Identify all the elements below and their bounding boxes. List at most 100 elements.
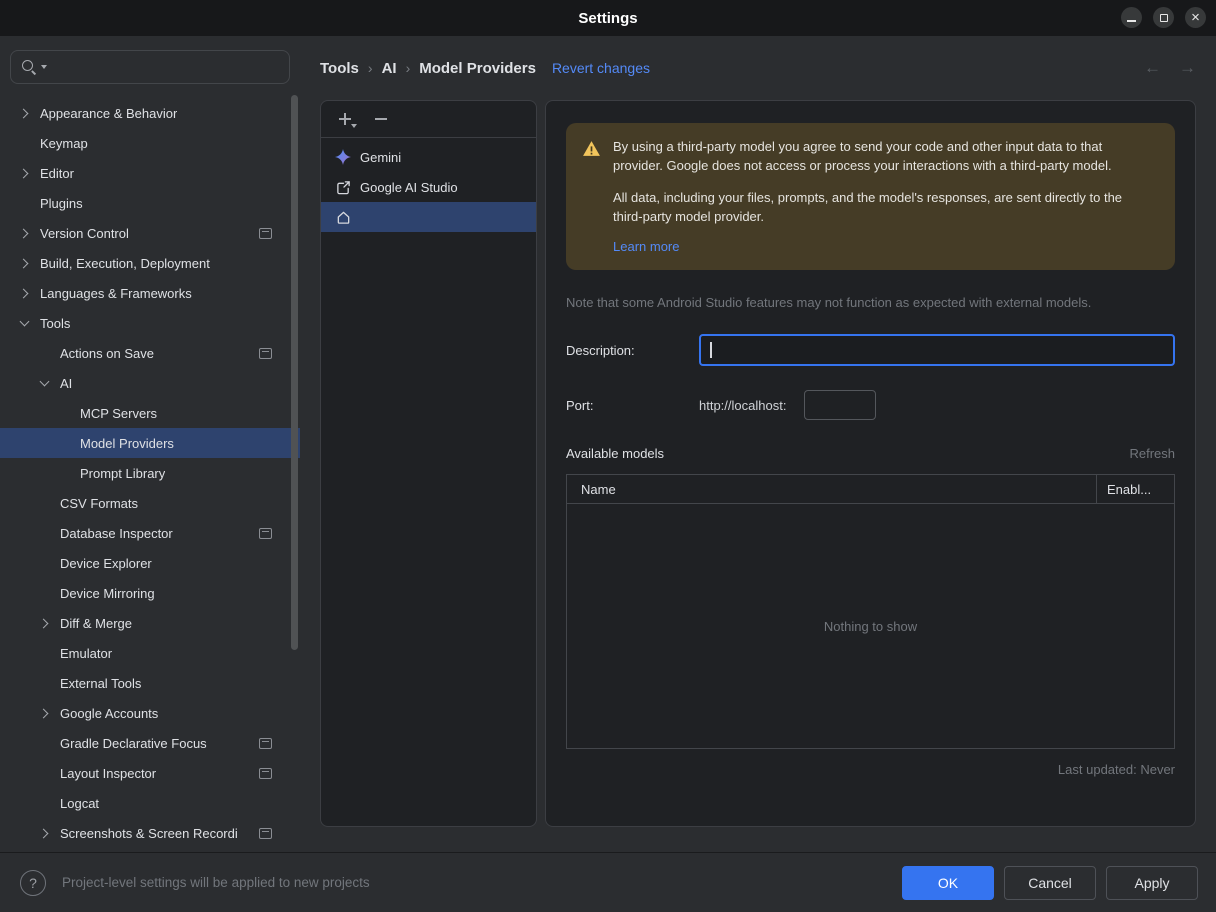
learn-more-link[interactable]: Learn more xyxy=(613,239,679,254)
sidebar-item-plugins[interactable]: Plugins xyxy=(0,188,300,218)
sidebar-item-label: Actions on Save xyxy=(60,345,154,361)
chevron-right-icon xyxy=(18,258,28,268)
settings-badge-icon xyxy=(259,527,272,539)
forward-button[interactable]: → xyxy=(1179,58,1196,78)
sidebar-item-label: Appearance & Behavior xyxy=(40,105,178,121)
dialog-body: Appearance & Behavior Keymap Editor Plug… xyxy=(0,36,1216,852)
sidebar-item-gradle-declarative-focus[interactable]: Gradle Declarative Focus xyxy=(0,728,300,758)
breadcrumb-ai[interactable]: AI xyxy=(382,60,397,77)
provider-item-new[interactable] xyxy=(321,202,536,232)
warning-icon xyxy=(582,140,601,254)
settings-badge-icon xyxy=(259,227,272,239)
chevron-right-icon xyxy=(18,288,28,298)
dialog-footer: ? Project-level settings will be applied… xyxy=(0,852,1216,912)
localhost-prefix: http://localhost: xyxy=(699,397,787,413)
port-row: Port: http://localhost: xyxy=(566,390,1175,421)
providers-panel: Gemini Google AI Studio xyxy=(320,100,537,827)
sidebar-item-label: Logcat xyxy=(60,795,100,811)
sidebar-item-csv-formats[interactable]: CSV Formats xyxy=(0,488,300,518)
sidebar-item-label: Screenshots & Screen Recordi xyxy=(60,825,238,841)
column-header-enabled[interactable]: Enabl... xyxy=(1096,475,1174,504)
provider-item-gemini[interactable]: Gemini xyxy=(321,142,536,172)
description-label: Description: xyxy=(566,342,635,358)
available-models-row: Available models Refresh xyxy=(566,446,1175,461)
search-box[interactable] xyxy=(10,50,290,84)
sidebar-item-layout-inspector[interactable]: Layout Inspector xyxy=(0,758,300,788)
sidebar-item-ai[interactable]: AI xyxy=(0,368,300,398)
provider-item-label: Google AI Studio xyxy=(360,179,458,195)
settings-badge-icon xyxy=(259,347,272,359)
sidebar-item-device-mirroring[interactable]: Device Mirroring xyxy=(0,578,300,608)
search-input[interactable] xyxy=(47,59,289,75)
cancel-button[interactable]: Cancel xyxy=(1004,865,1096,900)
sidebar-item-label: Database Inspector xyxy=(60,525,173,541)
models-table: Name Enabl... Nothing to show xyxy=(566,474,1175,750)
sidebar-item-device-explorer[interactable]: Device Explorer xyxy=(0,548,300,578)
sidebar-item-emulator[interactable]: Emulator xyxy=(0,638,300,668)
sidebar-item-external-tools[interactable]: External Tools xyxy=(0,668,300,698)
sidebar-item-label: Layout Inspector xyxy=(60,765,157,781)
minimize-button[interactable] xyxy=(1121,7,1142,28)
window-controls: × xyxy=(1121,7,1206,28)
provider-item-google-ai-studio[interactable]: Google AI Studio xyxy=(321,172,536,202)
sidebar-item-logcat[interactable]: Logcat xyxy=(0,788,300,818)
google-ai-studio-icon xyxy=(335,179,351,195)
column-header-name[interactable]: Name xyxy=(567,482,1096,497)
settings-sidebar: Appearance & Behavior Keymap Editor Plug… xyxy=(0,36,300,852)
sidebar-item-google-accounts[interactable]: Google Accounts xyxy=(0,698,300,728)
description-input[interactable] xyxy=(699,334,1175,367)
available-models-label: Available models xyxy=(566,446,665,462)
refresh-link[interactable]: Refresh xyxy=(1129,446,1175,461)
apply-button[interactable]: Apply xyxy=(1106,865,1198,900)
providers-toolbar xyxy=(321,101,536,138)
sidebar-item-label: Device Explorer xyxy=(60,555,152,571)
sidebar-item-mcp-servers[interactable]: MCP Servers xyxy=(0,398,300,428)
sidebar-item-label: Device Mirroring xyxy=(60,585,155,601)
sidebar-item-build-execution-deployment[interactable]: Build, Execution, Deployment xyxy=(0,248,300,278)
breadcrumb-tools[interactable]: Tools xyxy=(320,60,359,77)
sidebar-item-label: External Tools xyxy=(60,675,142,691)
sidebar-item-label: Gradle Declarative Focus xyxy=(60,735,207,751)
sidebar-item-actions-on-save[interactable]: Actions on Save xyxy=(0,338,300,368)
close-button[interactable]: × xyxy=(1185,7,1206,28)
sidebar-item-database-inspector[interactable]: Database Inspector xyxy=(0,518,300,548)
chevron-right-icon xyxy=(18,168,28,178)
sidebar-item-label: CSV Formats xyxy=(60,495,139,511)
add-provider-button[interactable] xyxy=(337,111,357,128)
settings-badge-icon xyxy=(259,737,272,749)
maximize-button[interactable] xyxy=(1153,7,1174,28)
sidebar-item-model-providers[interactable]: Model Providers xyxy=(0,428,300,458)
revert-changes-link[interactable]: Revert changes xyxy=(552,60,650,76)
warning-text: By using a third-party model you agree t… xyxy=(613,138,1155,254)
sidebar-item-keymap[interactable]: Keymap xyxy=(0,128,300,158)
chevron-right-icon xyxy=(38,708,48,718)
settings-tree: Appearance & Behavior Keymap Editor Plug… xyxy=(0,98,300,848)
sidebar-item-version-control[interactable]: Version Control xyxy=(0,218,300,248)
settings-badge-icon xyxy=(259,827,272,839)
sidebar-item-tools[interactable]: Tools xyxy=(0,308,300,338)
breadcrumb-model-providers[interactable]: Model Providers xyxy=(419,60,536,77)
dialog-buttons: OK Cancel Apply xyxy=(902,865,1198,900)
sidebar-item-editor[interactable]: Editor xyxy=(0,158,300,188)
sidebar-item-screenshots-screen-recording[interactable]: Screenshots & Screen Recordi xyxy=(0,818,300,848)
sidebar-item-prompt-library[interactable]: Prompt Library xyxy=(0,458,300,488)
sidebar-item-languages-frameworks[interactable]: Languages & Frameworks xyxy=(0,278,300,308)
ok-button[interactable]: OK xyxy=(902,865,994,900)
sidebar-item-label: Build, Execution, Deployment xyxy=(40,255,210,271)
sidebar-scrollbar[interactable] xyxy=(291,95,298,650)
sidebar-item-diff-merge[interactable]: Diff & Merge xyxy=(0,608,300,638)
minimize-icon xyxy=(1127,19,1136,22)
help-button[interactable]: ? xyxy=(20,869,46,896)
last-updated-text: Last updated: Never xyxy=(1057,762,1175,778)
back-button[interactable]: ← xyxy=(1144,58,1161,78)
models-table-body: Nothing to show xyxy=(567,504,1174,748)
gemini-icon xyxy=(335,149,351,165)
breadcrumb-separator: › xyxy=(367,60,373,76)
providers-list: Gemini Google AI Studio xyxy=(321,138,536,232)
sidebar-item-label: AI xyxy=(60,375,73,391)
sidebar-item-appearance-behavior[interactable]: Appearance & Behavior xyxy=(0,98,300,128)
settings-content: Tools › AI › Model Providers Revert chan… xyxy=(300,36,1216,852)
model-providers-page: Gemini Google AI Studio By using a third… xyxy=(320,100,1196,827)
remove-provider-button[interactable] xyxy=(373,111,389,127)
port-input[interactable] xyxy=(804,390,877,421)
